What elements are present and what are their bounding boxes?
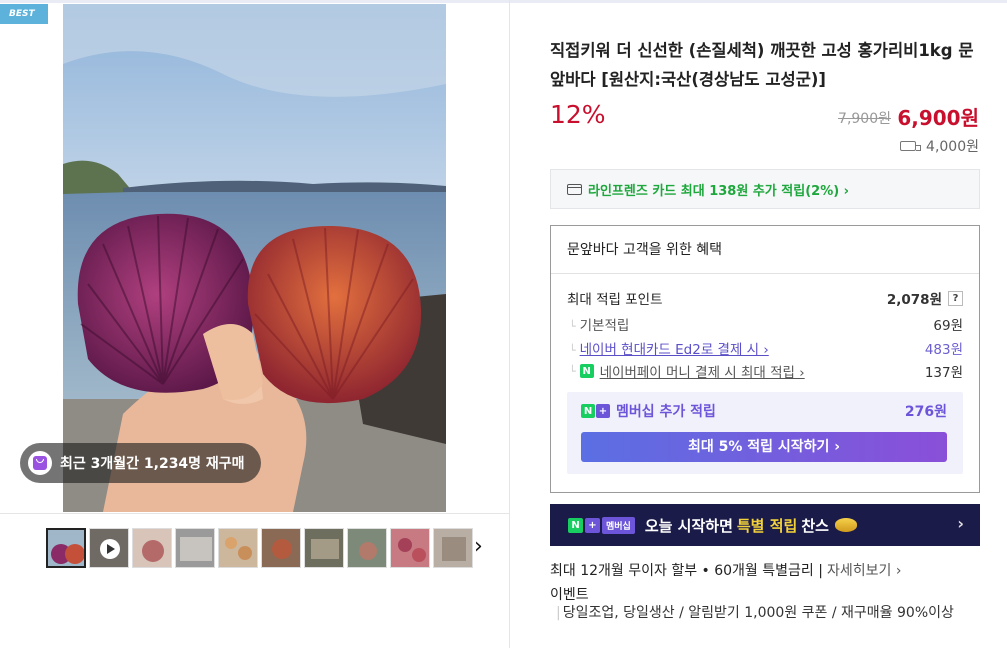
max-points-row: 최대 적립 포인트 2,078원 ?	[567, 288, 963, 308]
card-points-row: └ 네이버 현대카드 Ed2로 결제 시 › 483원	[567, 338, 963, 358]
product-title: 직접키워 더 신선한 (손질세척) 깨끗한 고성 홍가리비1kg 문앞바다 [원…	[550, 41, 974, 89]
top-border	[0, 0, 1007, 3]
npay-points-value: 137원	[924, 365, 963, 381]
help-icon[interactable]: ?	[948, 290, 963, 306]
thumbnail-1[interactable]	[46, 528, 86, 568]
thumbnail-7[interactable]	[304, 528, 344, 568]
event-divider: |	[556, 605, 561, 621]
benefit-panel: 문앞바다 고객을 위한 혜택 최대 적립 포인트 2,078원 ? └ 기본적립 …	[550, 225, 980, 493]
banner-highlight: 특별 적립	[736, 516, 798, 535]
installment-info: 최대 12개월 무이자 할부 • 60개월 특별금리 | 자세히보기 ›	[550, 560, 901, 580]
credit-card-icon	[567, 183, 582, 195]
installment-text: 최대 12개월 무이자 할부 • 60개월 특별금리 |	[550, 563, 823, 579]
thumbnail-strip	[46, 528, 473, 568]
card-points-value: 483원	[924, 342, 963, 358]
truck-icon	[900, 141, 922, 151]
sale-price: 6,900원	[897, 106, 979, 130]
event-label: 이벤트	[550, 587, 589, 603]
membership-row: N + 멤버십 추가 적립 276원	[581, 401, 947, 421]
repurchase-badge: 최근 3개월간 1,234명 재구매	[20, 443, 261, 483]
benefit-heading: 문앞바다 고객을 위한 혜택	[551, 226, 979, 274]
event-info: | 당일조업, 당일생산 / 알림받기 1,000원 쿠폰 / 재구매율 90%이…	[556, 603, 976, 623]
sub-item-marker: └	[569, 364, 576, 378]
naver-plus-membership-icon: N + 멤버십	[568, 516, 635, 534]
shipping-fee-value: 4,000원	[926, 139, 979, 155]
max-points-label: 최대 적립 포인트	[567, 292, 663, 308]
thumbnail-video[interactable]	[89, 528, 129, 568]
event-text: 당일조업, 당일생산 / 알림받기 1,000원 쿠폰 / 재구매율 90%이상	[562, 605, 954, 621]
naverpay-icon: N	[579, 364, 594, 378]
product-page: BEST 최근 3개월간 1,234명 재구매 › 직접키워 더 신선한 (손질…	[0, 0, 1007, 648]
gallery-divider	[0, 513, 509, 514]
membership-banner[interactable]: N + 멤버십 오늘 시작하면 특별 적립 찬스 ›	[550, 504, 980, 546]
basic-points-value: 69원	[933, 318, 963, 334]
basic-points-row: └ 기본적립 69원	[567, 314, 963, 334]
basic-points-label: 기본적립	[579, 318, 630, 334]
npay-points-row: └ N 네이버페이 머니 결제 시 최대 적립 › 137원	[567, 361, 963, 381]
thumbnail-8[interactable]	[347, 528, 387, 568]
banner-pill-text: 멤버십	[602, 516, 635, 534]
play-icon	[100, 539, 120, 559]
membership-start-button[interactable]: 최대 5% 적립 시작하기 ›	[581, 432, 947, 462]
sub-item-marker: └	[569, 344, 576, 357]
thumbnail-4[interactable]	[175, 528, 215, 568]
thumbnail-10[interactable]	[433, 528, 473, 568]
naver-plus-icon: N +	[581, 404, 610, 418]
membership-label: 멤버십 추가 적립	[616, 404, 716, 420]
installment-more-link[interactable]: 자세히보기 ›	[827, 563, 901, 579]
sub-item-marker: └	[569, 320, 576, 333]
chevron-right-icon: ›	[957, 514, 964, 533]
banner-text-before: 오늘 시작하면	[644, 516, 733, 535]
card-promo-text: 라인프렌즈 카드 최대 138원 추가 적립(2%) ›	[588, 183, 850, 199]
npay-points-link[interactable]: 네이버페이 머니 결제 시 최대 적립 ›	[600, 361, 805, 381]
thumbnail-6[interactable]	[261, 528, 301, 568]
coin-stack-icon	[834, 518, 857, 532]
repurchase-text: 최근 3개월간 1,234명 재구매	[60, 456, 245, 472]
card-promo-banner[interactable]: 라인프렌즈 카드 최대 138원 추가 적립(2%) ›	[550, 169, 980, 209]
banner-text-after: 찬스	[801, 516, 829, 535]
shopping-bag-icon	[28, 451, 52, 475]
thumbnail-5[interactable]	[218, 528, 258, 568]
shipping-fee: 4,000원	[900, 136, 979, 156]
column-divider	[509, 0, 510, 648]
discount-rate: 12%	[550, 100, 606, 129]
thumbnail-next-button[interactable]: ›	[474, 536, 488, 560]
original-price: 7,900원	[838, 111, 891, 127]
thumbnail-9[interactable]	[390, 528, 430, 568]
card-points-link[interactable]: 네이버 현대카드 Ed2로 결제 시 ›	[580, 342, 769, 358]
scallop-photo	[63, 4, 446, 512]
best-badge: BEST	[0, 4, 48, 24]
membership-box: N + 멤버십 추가 적립 276원 최대 5% 적립 시작하기 ›	[567, 392, 963, 474]
thumbnail-3[interactable]	[132, 528, 172, 568]
main-product-image[interactable]	[63, 4, 446, 512]
membership-value: 276원	[904, 404, 947, 420]
max-points-value: 2,078원	[886, 292, 942, 308]
